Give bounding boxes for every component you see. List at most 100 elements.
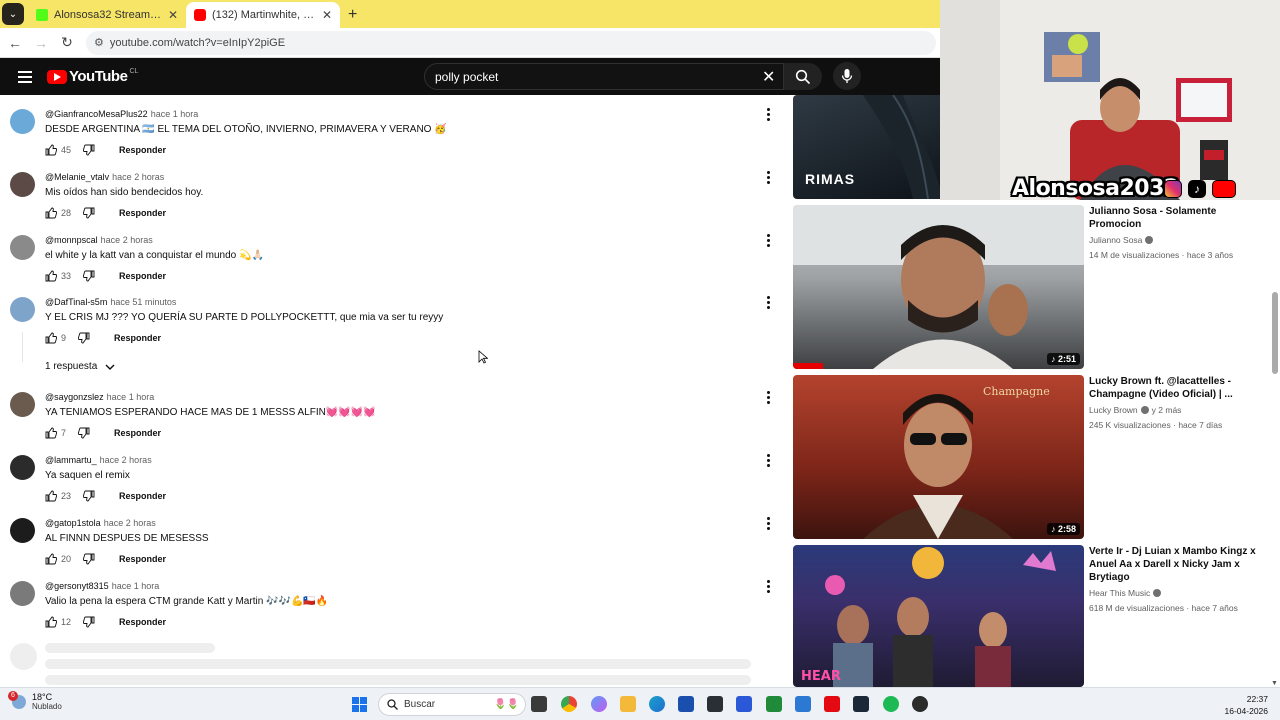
tab-search-button[interactable]: ⌄ <box>2 3 24 25</box>
voice-search-button[interactable] <box>833 62 861 90</box>
avatar[interactable] <box>10 518 35 543</box>
reply-button[interactable]: Responder <box>114 428 161 438</box>
thumbs-down-icon[interactable] <box>83 616 95 628</box>
system-clock[interactable]: 22:37 16-04-2026 <box>1225 693 1268 717</box>
avatar[interactable] <box>10 297 35 322</box>
thumbs-down-icon[interactable] <box>83 553 95 565</box>
video-thumbnail[interactable]: HEAR <box>793 545 1084 687</box>
edge-icon[interactable] <box>649 696 665 712</box>
video-title[interactable]: Lucky Brown ft. @lacattelles - Champagne… <box>1089 375 1269 401</box>
task-view-icon[interactable] <box>531 696 547 712</box>
tab-close-icon[interactable]: ✕ <box>322 8 332 22</box>
comment-author[interactable]: @gersonyt8315 <box>45 581 109 591</box>
more-actions-icon[interactable] <box>765 296 771 310</box>
weather-widget[interactable]: 6 18°C Nublado <box>8 690 62 711</box>
comment-author[interactable]: @Melanie_vtalv <box>45 172 109 182</box>
comment-author[interactable]: @saygonzslez <box>45 392 104 402</box>
reply-button[interactable]: Responder <box>119 271 166 281</box>
comment-time[interactable]: hace 2 horas <box>112 172 164 182</box>
app-cube-icon[interactable] <box>707 696 723 712</box>
more-actions-icon[interactable] <box>765 108 771 122</box>
channel-name[interactable]: Lucky Brown <box>1089 405 1138 415</box>
app-dark-icon[interactable] <box>912 696 928 712</box>
page-scrollbar-thumb[interactable] <box>1272 292 1278 374</box>
app-blue-icon[interactable] <box>736 696 752 712</box>
video-info[interactable]: Verte Ir - Dj Luian x Mambo Kingz x Anue… <box>1089 545 1269 613</box>
back-arrow-icon[interactable]: ← <box>4 35 26 51</box>
excel-icon[interactable] <box>766 696 782 712</box>
channel-name[interactable]: Julianno Sosa <box>1089 235 1142 245</box>
more-actions-icon[interactable] <box>765 517 771 531</box>
avatar[interactable] <box>10 235 35 260</box>
more-actions-icon[interactable] <box>765 454 771 468</box>
avatar[interactable] <box>10 109 35 134</box>
thumbs-down-icon[interactable] <box>83 270 95 282</box>
search-input[interactable]: polly pocket <box>424 63 784 90</box>
comment-author[interactable]: @DafTinal-s5m <box>45 297 107 307</box>
comment-time[interactable]: hace 1 hora <box>112 581 160 591</box>
copilot-icon[interactable] <box>591 696 607 712</box>
thumbs-down-icon[interactable] <box>83 207 95 219</box>
video-info[interactable]: Julianno Sosa - Solamente Promocion Juli… <box>1089 205 1269 260</box>
file-explorer-icon[interactable] <box>620 696 636 712</box>
video-info[interactable]: Lucky Brown ft. @lacattelles - Champagne… <box>1089 375 1269 430</box>
avatar[interactable] <box>10 455 35 480</box>
thumbs-up-icon[interactable] <box>45 270 57 282</box>
reply-button[interactable]: Responder <box>119 208 166 218</box>
steam-icon[interactable] <box>853 696 869 712</box>
reply-button[interactable]: Responder <box>119 554 166 564</box>
video-title[interactable]: Verte Ir - Dj Luian x Mambo Kingz x Anue… <box>1089 545 1269 584</box>
forward-arrow-icon[interactable]: → <box>30 35 52 51</box>
avatar[interactable] <box>10 581 35 606</box>
thumbs-up-icon[interactable] <box>45 144 57 156</box>
comment-time[interactable]: hace 2 horas <box>101 235 153 245</box>
comment-time[interactable]: hace 1 hora <box>107 392 155 402</box>
thumbs-up-icon[interactable] <box>45 490 57 502</box>
comment-author[interactable]: @monnpscal <box>45 235 98 245</box>
comment-time[interactable]: hace 51 minutos <box>110 297 176 307</box>
more-actions-icon[interactable] <box>765 391 771 405</box>
thumbs-up-icon[interactable] <box>45 207 57 219</box>
more-actions-icon[interactable] <box>765 171 771 185</box>
channel-name[interactable]: Hear This Music <box>1089 588 1150 598</box>
outlook-icon[interactable] <box>795 696 811 712</box>
netflix-icon[interactable] <box>824 696 840 712</box>
hamburger-menu-icon[interactable] <box>18 70 32 83</box>
show-replies-button[interactable]: 1 respuesta <box>45 361 115 372</box>
windows-start-icon[interactable] <box>352 697 367 712</box>
video-title[interactable]: Julianno Sosa - Solamente Promocion <box>1089 205 1269 231</box>
reload-icon[interactable]: ↻ <box>56 34 78 51</box>
thumbs-up-icon[interactable] <box>45 553 57 565</box>
thumbs-down-icon[interactable] <box>83 490 95 502</box>
new-tab-plus-icon[interactable]: + <box>348 6 357 24</box>
tab-close-icon[interactable]: ✕ <box>168 8 178 22</box>
thumbs-up-icon[interactable] <box>45 332 57 344</box>
comment-author[interactable]: @GianfrancoMesaPlus22 <box>45 109 148 119</box>
taskbar-search-box[interactable]: Buscar 🌷🌷 <box>378 693 526 716</box>
reply-button[interactable]: Responder <box>119 617 166 627</box>
thumbs-up-icon[interactable] <box>45 427 57 439</box>
avatar[interactable] <box>10 172 35 197</box>
scroll-down-arrow-icon[interactable]: ▼ <box>1271 680 1278 687</box>
reply-button[interactable]: Responder <box>119 145 166 155</box>
comment-author[interactable]: @gatop1stola <box>45 518 101 528</box>
video-thumbnail[interactable]: Champagne ♪ 2:58 <box>793 375 1084 539</box>
tab-kick-stream[interactable]: Alonsosa32 Stream - Watch Liv ✕ <box>28 2 186 28</box>
spotify-icon[interactable] <box>883 696 899 712</box>
video-thumbnail[interactable]: ♪ 2:51 <box>793 205 1084 369</box>
comment-time[interactable]: hace 2 horas <box>100 455 152 465</box>
comment-author[interactable]: @lammartu_ <box>45 455 97 465</box>
url-field[interactable]: ⚙ youtube.com/watch?v=eInIpY2piGE <box>86 30 936 55</box>
reply-button[interactable]: Responder <box>119 491 166 501</box>
search-button[interactable] <box>784 63 822 90</box>
thumbs-down-icon[interactable] <box>78 332 90 344</box>
channel-extra[interactable]: y 2 más <box>1152 405 1182 415</box>
thumbs-down-icon[interactable] <box>83 144 95 156</box>
youtube-logo[interactable]: YouTube CL <box>47 68 138 85</box>
more-actions-icon[interactable] <box>765 234 771 248</box>
tab-youtube-video[interactable]: (132) Martinwhite, Katteyes - P ✕ <box>186 2 340 28</box>
thumbs-down-icon[interactable] <box>78 427 90 439</box>
avatar[interactable] <box>10 392 35 417</box>
clear-search-icon[interactable]: ✕ <box>762 67 775 87</box>
thumbs-up-icon[interactable] <box>45 616 57 628</box>
